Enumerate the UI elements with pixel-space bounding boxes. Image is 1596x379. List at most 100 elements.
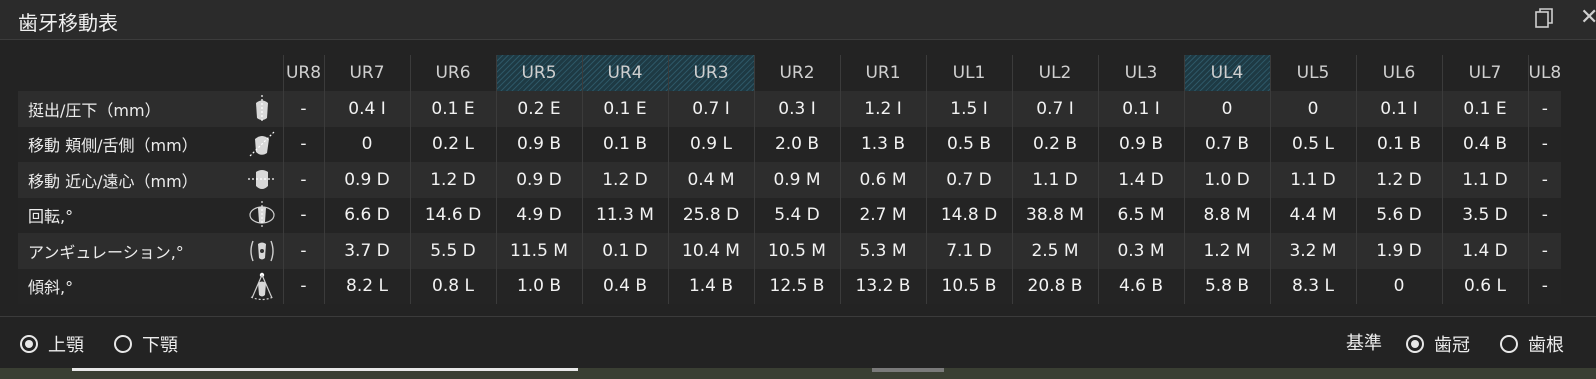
table-cell: 8.3 L xyxy=(1269,268,1356,304)
table-cell: 1.9 D xyxy=(1355,233,1442,269)
column-header-ul7[interactable]: UL7 xyxy=(1441,55,1528,91)
table-cell: 0.6 M xyxy=(839,162,926,198)
table-cell: 3.2 M xyxy=(1269,233,1356,269)
table-cell: 10.5 M xyxy=(753,233,840,269)
copy-icon[interactable] xyxy=(1533,7,1557,31)
table-cell: - xyxy=(282,197,324,233)
column-header-ul5[interactable]: UL5 xyxy=(1269,55,1356,91)
table-cell: 0 xyxy=(1269,91,1356,127)
column-header-ul4[interactable]: UL4 xyxy=(1183,55,1270,91)
table-cell: 0 xyxy=(1355,268,1442,304)
column-header-ur5[interactable]: UR5 xyxy=(495,55,582,91)
column-header-ur1[interactable]: UR1 xyxy=(839,55,926,91)
table-cell: 0.1 B xyxy=(1355,126,1442,162)
column-header-ul8[interactable]: UL8 xyxy=(1527,55,1562,91)
table-cell: - xyxy=(1527,268,1562,304)
table-cell: 1.5 I xyxy=(925,91,1012,127)
header-blank-icon xyxy=(241,55,283,91)
table-cell: 5.8 B xyxy=(1183,268,1270,304)
table-row: アンギュレーション,° -3.7 D 5.5 D 11.5 M 0.1 D 10.4 M1… xyxy=(18,233,1562,269)
table-cell: 0.4 I xyxy=(323,91,410,127)
column-header-ur3[interactable]: UR3 xyxy=(667,55,754,91)
row-icon-cell xyxy=(241,126,283,162)
options-bar: 上顎 下顎 基準 歯冠 歯根 xyxy=(0,318,1596,368)
table-cell: 11.3 M xyxy=(581,197,668,233)
radio-label-upper-jaw: 上顎 xyxy=(48,335,84,356)
table-cell: 0.6 L xyxy=(1441,268,1528,304)
table-cell: 0.1 E xyxy=(1441,91,1528,127)
table-cell: 8.8 M xyxy=(1183,197,1270,233)
column-header-ur4[interactable]: UR4 xyxy=(581,55,668,91)
radio-basis-crown[interactable]: 歯冠 xyxy=(1406,332,1470,356)
radio-label-crown: 歯冠 xyxy=(1434,335,1470,356)
window-title: 歯牙移動表 xyxy=(18,11,118,35)
angulation-icon xyxy=(247,236,277,266)
table-cell: 0.7 D xyxy=(925,162,1012,198)
table-cell: 7.1 D xyxy=(925,233,1012,269)
column-header-ul1[interactable]: UL1 xyxy=(925,55,1012,91)
table-cell: - xyxy=(282,91,324,127)
radio-label-lower-jaw: 下顎 xyxy=(142,335,178,356)
column-header-ur2[interactable]: UR2 xyxy=(753,55,840,91)
column-header-ul2[interactable]: UL2 xyxy=(1011,55,1098,91)
table-cell: 11.5 M xyxy=(495,233,582,269)
row-icon-cell xyxy=(241,268,283,304)
table-cell: 3.5 D xyxy=(1441,197,1528,233)
inclination-icon xyxy=(247,271,277,301)
table-cell: 0.2 E xyxy=(495,91,582,127)
table-row: 傾斜,° -8.2 L 0.8 L 1.0 B 0.4 B 1.4 B 12.5 B 13.2… xyxy=(18,268,1562,304)
table-cell: 1.0 B xyxy=(495,268,582,304)
column-header-ul6[interactable]: UL6 xyxy=(1355,55,1442,91)
title-bar: 歯牙移動表 ✕ xyxy=(0,0,1596,40)
table-cell: 12.5 B xyxy=(753,268,840,304)
table-cell: 13.2 B xyxy=(839,268,926,304)
table-cell: 5.3 M xyxy=(839,233,926,269)
table-row: 移動 頬側/舌側（mm） -0 0.2 L 0.9 B 0.1 B 0.9 L 2.0 B1… xyxy=(18,126,1562,162)
column-header-ur7[interactable]: UR7 xyxy=(323,55,410,91)
row-icon-cell xyxy=(241,197,283,233)
table-cell: 0.5 L xyxy=(1269,126,1356,162)
radio-lower-jaw[interactable]: 下顎 xyxy=(114,332,178,356)
table-cell: 1.4 D xyxy=(1097,162,1184,198)
radio-basis-root[interactable]: 歯根 xyxy=(1500,332,1564,356)
table-cell: 1.2 D xyxy=(1355,162,1442,198)
mesial-distal-icon xyxy=(247,165,277,195)
table-cell: 0.1 I xyxy=(1097,91,1184,127)
table-cell: 0.9 B xyxy=(495,126,582,162)
table-cell: 14.6 D xyxy=(409,197,496,233)
table-cell: 4.4 M xyxy=(1269,197,1356,233)
table-cell: 0.2 L xyxy=(409,126,496,162)
table-cell: 0.4 M xyxy=(667,162,754,198)
table-cell: 0.9 M xyxy=(753,162,840,198)
table-cell: - xyxy=(282,126,324,162)
table-cell: 0.3 M xyxy=(1097,233,1184,269)
table-cell: 1.2 M xyxy=(1183,233,1270,269)
table-cell: 1.2 D xyxy=(409,162,496,198)
table-cell: 1.3 B xyxy=(839,126,926,162)
row-icon-cell xyxy=(241,233,283,269)
table-cell: 0.1 E xyxy=(409,91,496,127)
table-cell: 0.8 L xyxy=(409,268,496,304)
table-cell: 0.9 L xyxy=(667,126,754,162)
table-cell: 0.4 B xyxy=(1441,126,1528,162)
table-cell: 38.8 M xyxy=(1011,197,1098,233)
column-header-ur6[interactable]: UR6 xyxy=(409,55,496,91)
column-header-ul3[interactable]: UL3 xyxy=(1097,55,1184,91)
table-cell: - xyxy=(1527,91,1562,127)
table-cell: 2.7 M xyxy=(839,197,926,233)
table-cell: 5.5 D xyxy=(409,233,496,269)
table-cell: 4.9 D xyxy=(495,197,582,233)
table-row: 移動 近心/遠心（mm） -0.9 D 1.2 D 0.9 D 1.2 D 0.4 M 0.… xyxy=(18,162,1562,198)
scroll-highlight xyxy=(72,368,578,371)
table-cell: 1.2 I xyxy=(839,91,926,127)
table-cell: 0.9 B xyxy=(1097,126,1184,162)
table-cell: - xyxy=(1527,197,1562,233)
radio-indicator xyxy=(20,335,38,353)
table-cell: 0.1 B xyxy=(581,126,668,162)
close-icon[interactable]: ✕ xyxy=(1580,6,1596,32)
table-cell: 0.1 E xyxy=(581,91,668,127)
radio-upper-jaw[interactable]: 上顎 xyxy=(20,332,84,356)
background-strip xyxy=(0,368,1596,379)
column-header-ur8[interactable]: UR8 xyxy=(282,55,324,91)
table-cell: 10.5 B xyxy=(925,268,1012,304)
